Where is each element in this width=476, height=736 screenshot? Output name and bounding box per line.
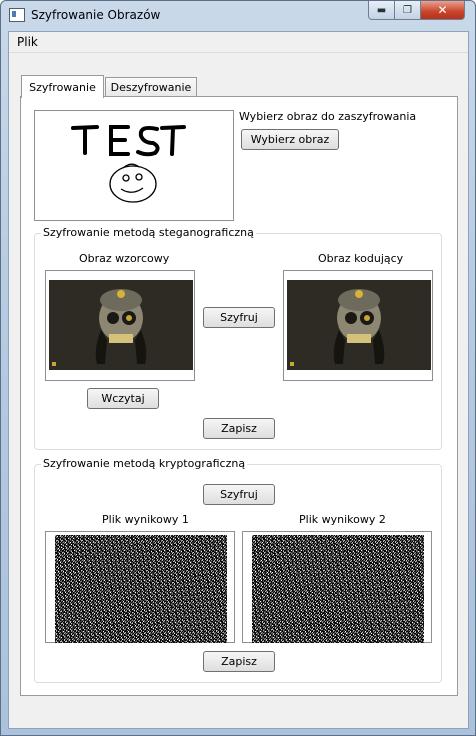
maximize-button[interactable]: ❐ [394, 1, 421, 20]
cryptography-group: Szyfrowanie metodą kryptograficzną Szyfr… [34, 457, 442, 683]
crypto-save-button[interactable]: Zapisz [203, 651, 275, 672]
application-window: Szyfrowanie Obrazów ▬ ❐ ✕ Plik Szyfrowan… [0, 0, 476, 736]
stego-encrypt-button[interactable]: Szyfruj [203, 307, 275, 328]
crypto-encrypt-button[interactable]: Szyfruj [203, 484, 275, 505]
tab-szyfrowanie[interactable]: Szyfrowanie [21, 75, 104, 98]
title-bar[interactable]: Szyfrowanie Obrazów ▬ ❐ ✕ [1, 1, 475, 31]
result-file-2-noise-image [252, 535, 424, 643]
coding-image-thumbnail [287, 280, 431, 370]
result-file-1-noise-image [55, 535, 227, 643]
load-button[interactable]: Wczytaj [87, 388, 159, 409]
window-title: Szyfrowanie Obrazów [31, 8, 161, 22]
skull-image [49, 280, 193, 370]
coding-image-box [283, 270, 433, 381]
steganography-group-title: Szyfrowanie metodą steganograficzną [41, 226, 256, 239]
select-image-prompt: Wybierz obraz do zaszyfrowania [239, 110, 417, 123]
pattern-image-label: Obraz wzorcowy [79, 252, 170, 265]
client-area: Plik Szyfrowanie Deszyfrowanie Wybierz o… [8, 31, 469, 729]
pattern-image-box [45, 270, 195, 381]
stego-save-button[interactable]: Zapisz [203, 418, 275, 439]
skull-image [287, 280, 431, 370]
result-file-1-box [45, 531, 235, 643]
app-icon [9, 8, 25, 22]
close-button[interactable]: ✕ [420, 1, 465, 20]
result-file-1-label: Plik wynikowy 1 [102, 513, 189, 526]
result-file-2-label: Plik wynikowy 2 [299, 513, 386, 526]
menu-item-plik[interactable]: Plik [17, 35, 38, 49]
minimize-button[interactable]: ▬ [368, 1, 395, 20]
source-image-drawing [71, 125, 186, 203]
source-image-preview [34, 110, 234, 221]
tab-deszyfrowanie[interactable]: Deszyfrowanie [105, 77, 197, 97]
pattern-image-thumbnail [49, 280, 193, 370]
encryption-tab-panel: Wybierz obraz do zaszyfrowania Wybierz o… [20, 96, 458, 696]
steganography-group: Szyfrowanie metodą steganograficzną Obra… [34, 226, 442, 450]
cryptography-group-title: Szyfrowanie metodą kryptograficzną [41, 457, 248, 470]
coding-image-label: Obraz kodujący [318, 252, 404, 265]
select-image-button[interactable]: Wybierz obraz [241, 129, 339, 150]
result-file-2-box [242, 531, 432, 643]
menu-bar: Plik [9, 32, 468, 53]
